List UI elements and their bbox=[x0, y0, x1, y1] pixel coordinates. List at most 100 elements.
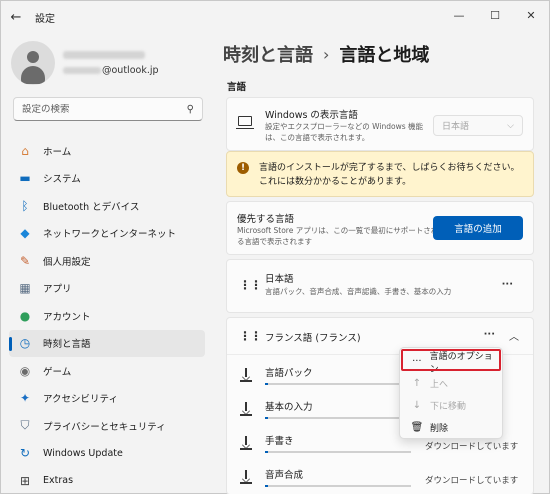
sidebar-item-extras[interactable]: ⊞ Extras bbox=[9, 467, 205, 494]
profile-text: @outlook.jp bbox=[63, 50, 159, 76]
language-name: フランス語 (フランス) bbox=[265, 333, 361, 344]
sidebar-item-label: プライバシーとセキュリティ bbox=[43, 421, 166, 433]
time-language-icon: ◷ bbox=[19, 336, 31, 350]
sidebar-item-label: ゲーム bbox=[43, 366, 72, 378]
more-options-icon[interactable]: ··· bbox=[502, 279, 513, 290]
download-progress-fill bbox=[265, 451, 268, 453]
download-icon bbox=[239, 436, 253, 450]
profile-email-suffix: @outlook.jp bbox=[102, 64, 159, 76]
accessibility-icon: ✦ bbox=[19, 391, 31, 405]
sidebar-item-system[interactable]: ▬ システム bbox=[9, 165, 205, 192]
sidebar-item-accessibility[interactable]: ✦ アクセシビリティ bbox=[9, 385, 205, 412]
more-options-icon[interactable]: ··· bbox=[484, 329, 495, 340]
drag-handle-icon[interactable]: ⋮⋮ bbox=[239, 329, 262, 343]
wifi-icon: ◆ bbox=[20, 226, 30, 240]
back-arrow-icon: ← bbox=[10, 9, 22, 25]
warning-icon: ! bbox=[237, 162, 249, 174]
search-icon[interactable]: ⚲ bbox=[187, 104, 194, 115]
sidebar-item-bluetooth[interactable]: ᛒ Bluetooth とデバイス bbox=[9, 192, 205, 219]
sidebar-item-apps[interactable]: ▦ アプリ bbox=[9, 275, 205, 302]
preferred-languages-subtitle-1: Microsoft Store アプリは、この一覧で最初にサポートされ bbox=[237, 226, 439, 235]
brush-icon: ✎ bbox=[19, 253, 31, 268]
profile-email-redacted bbox=[63, 66, 101, 74]
menu-item-remove[interactable]: 🗑 削除 bbox=[404, 417, 500, 438]
download-icon bbox=[239, 368, 253, 382]
preferred-languages-title: 優先する言語 bbox=[237, 214, 295, 225]
sidebar-item-label: 個人用設定 bbox=[43, 256, 91, 268]
sidebar-item-label: Extras bbox=[43, 475, 74, 486]
app-title: 設定 bbox=[35, 13, 55, 25]
close-button[interactable]: ✕ bbox=[513, 1, 549, 29]
feature-row: 音声合成ダウンロードしています bbox=[227, 460, 535, 494]
menu-item-move-up: ↑ 上へ bbox=[404, 373, 500, 394]
feature-status: ダウンロードしています bbox=[425, 476, 519, 486]
home-icon: ⌂ bbox=[21, 143, 29, 158]
arrow-down-icon: ↓ bbox=[412, 400, 422, 411]
display-language-dropdown[interactable]: 日本語 ⌵ bbox=[433, 115, 523, 136]
monitor-icon bbox=[236, 116, 254, 129]
avatar-body bbox=[21, 66, 45, 84]
sidebar-item-account[interactable]: ● アカウント bbox=[9, 302, 205, 329]
settings-window: ← 設定 — ☐ ✕ @outlook.jp ⚲ ⌂ ホーム ▬ システム ᛒ Bluet… bbox=[0, 0, 550, 494]
sidebar-item-label: 時刻と言語 bbox=[43, 339, 91, 350]
extras-icon: ⊞ bbox=[19, 473, 31, 488]
settings-search[interactable]: ⚲ bbox=[13, 97, 203, 121]
download-progress-fill bbox=[265, 417, 268, 419]
menu-item-label: 削除 bbox=[430, 424, 449, 434]
download-progress-fill bbox=[265, 485, 268, 487]
sidebar-item-brush[interactable]: ✎ 個人用設定 bbox=[9, 247, 205, 274]
minimize-button[interactable]: — bbox=[441, 1, 477, 29]
close-icon: ✕ bbox=[526, 8, 536, 22]
sidebar-item-label: ホーム bbox=[43, 146, 72, 158]
install-warning-bar: ! 言語のインストールが完了するまで、しばらくお待ちください。これには数分かかる… bbox=[226, 151, 534, 197]
preferred-languages-subtitle-2: る言語で表示されます bbox=[237, 237, 312, 246]
display-language-subtitle-1: 設定やエクスプローラーなどの Windows 機能 bbox=[265, 122, 424, 131]
sidebar-item-label: システム bbox=[43, 174, 81, 185]
window-controls: — ☐ ✕ bbox=[441, 1, 549, 29]
sidebar-item-shield[interactable]: ⛉ プライバシーとセキュリティ bbox=[9, 412, 205, 439]
sidebar-item-label: アカウント bbox=[43, 311, 91, 323]
bluetooth-icon: ᛒ bbox=[21, 198, 29, 213]
account-icon: ● bbox=[19, 308, 31, 323]
feature-status: ダウンロードしています bbox=[425, 442, 519, 452]
avatar bbox=[11, 41, 55, 85]
language-name: 日本語 bbox=[265, 274, 294, 285]
drag-handle-icon[interactable]: ⋮⋮ bbox=[239, 278, 262, 292]
download-progress-fill bbox=[265, 383, 268, 385]
download-icon bbox=[239, 402, 253, 416]
profile-email: @outlook.jp bbox=[63, 65, 159, 76]
menu-item-move-down: ↓ 下に移動 bbox=[404, 395, 500, 416]
sidebar-item-time-language[interactable]: ◷ 時刻と言語 bbox=[9, 329, 205, 357]
download-progress-bar bbox=[265, 485, 411, 487]
arrow-up-icon: ↑ bbox=[412, 378, 422, 389]
display-language-card: Windows の表示言語 設定やエクスプローラーなどの Windows 機能 … bbox=[226, 97, 534, 151]
add-language-button[interactable]: 言語の追加 bbox=[433, 216, 523, 240]
chevron-up-icon[interactable]: ︿ bbox=[509, 328, 519, 343]
warning-text: 言語のインストールが完了するまで、しばらくお待ちください。これには数分かかること… bbox=[259, 163, 520, 187]
back-button[interactable]: ← bbox=[1, 3, 31, 31]
feature-name: 音声合成 bbox=[265, 470, 304, 481]
download-progress-bar bbox=[265, 383, 411, 385]
user-profile[interactable]: @outlook.jp bbox=[11, 41, 159, 85]
feature-name: 基本の入力 bbox=[265, 402, 313, 413]
preferred-languages-card: 優先する言語 Microsoft Store アプリは、この一覧で最初にサポート… bbox=[226, 201, 534, 255]
download-progress-bar bbox=[265, 451, 411, 453]
shield-icon: ⛉ bbox=[20, 418, 30, 432]
maximize-icon: ☐ bbox=[490, 8, 500, 22]
windows-update-icon: ↻ bbox=[19, 446, 31, 460]
search-input[interactable] bbox=[22, 103, 187, 115]
menu-item-label: 下に移動 bbox=[430, 402, 467, 412]
sidebar-nav: ⌂ ホーム ▬ システム ᛒ Bluetooth とデバイス ◆ ネットワークとインターネット… bbox=[9, 137, 205, 494]
feature-name: 言語パック bbox=[265, 368, 313, 379]
system-icon: ▬ bbox=[19, 171, 31, 185]
sidebar-item-windows-update[interactable]: ↻ Windows Update bbox=[9, 440, 205, 467]
breadcrumb: 時刻と言語 › 言語と地域 bbox=[223, 41, 429, 67]
display-language-title: Windows の表示言語 bbox=[265, 110, 358, 121]
chevron-down-icon: ⌵ bbox=[507, 120, 514, 131]
maximize-button[interactable]: ☐ bbox=[477, 1, 513, 29]
minimize-icon: — bbox=[453, 8, 465, 22]
sidebar-item-home[interactable]: ⌂ ホーム bbox=[9, 137, 205, 164]
sidebar-item-game[interactable]: ◉ ゲーム bbox=[9, 357, 205, 384]
sidebar-item-wifi[interactable]: ◆ ネットワークとインターネット bbox=[9, 220, 205, 247]
breadcrumb-parent[interactable]: 時刻と言語 bbox=[223, 41, 313, 67]
